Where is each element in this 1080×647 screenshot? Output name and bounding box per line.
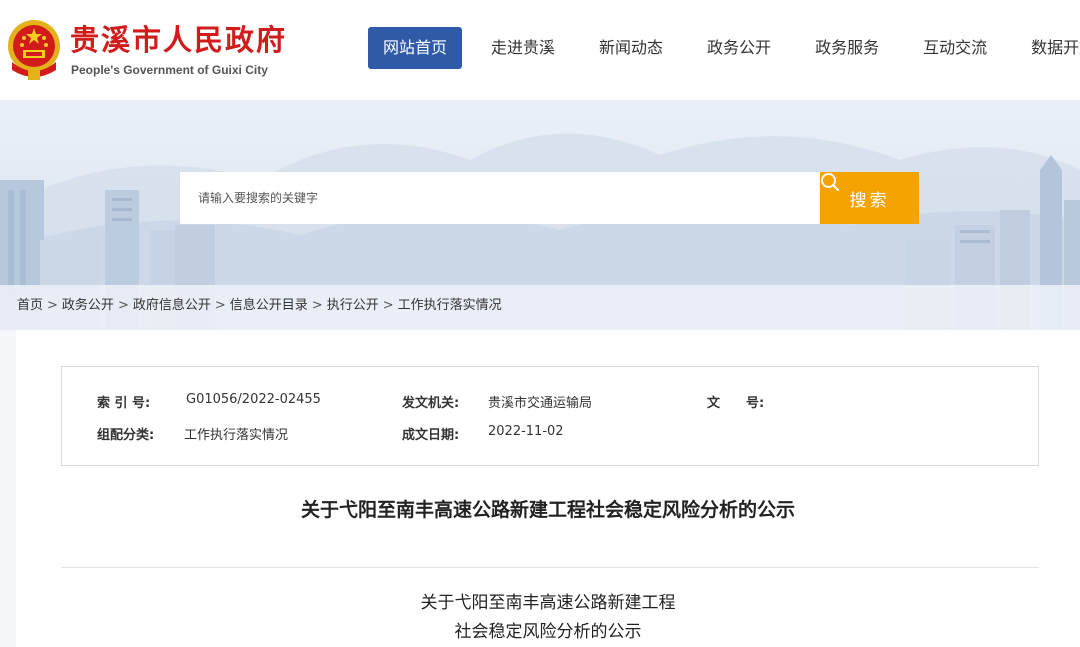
article-panel: 索 引 号: G01056/2022-02455 发文机关: 贵溪市交通运输局 … — [16, 330, 1080, 647]
site-title[interactable]: 贵溪市人民政府 — [70, 20, 287, 60]
article-title: 关于弋阳至南丰高速公路新建工程社会稳定风险分析的公示 — [300, 499, 795, 521]
category-value: 工作执行落实情况 — [184, 428, 289, 443]
docno-label: 文 号: — [707, 396, 765, 411]
search-button[interactable]: 搜索 — [820, 172, 919, 224]
issuer-label: 发文机关: — [402, 396, 460, 411]
breadcrumb-item-home[interactable]: 首页 — [17, 298, 43, 313]
document-meta-table: 索 引 号: G01056/2022-02455 发文机关: 贵溪市交通运输局 … — [61, 366, 1039, 466]
nav-item-about[interactable]: 走进贵溪 — [476, 27, 570, 69]
nav-item-interaction[interactable]: 互动交流 — [908, 27, 1002, 69]
site-header: 贵溪市人民政府 People's Government of Guixi Cit… — [0, 0, 1080, 100]
nav-item-news[interactable]: 新闻动态 — [584, 27, 678, 69]
breadcrumb-item-gov-affairs[interactable]: 政务公开 — [62, 298, 114, 313]
breadcrumb-separator: > — [214, 298, 226, 313]
breadcrumb-separator: > — [311, 298, 323, 313]
article-body-line: 关于弋阳至南丰高速公路新建工程 — [420, 593, 676, 613]
breadcrumb-separator: > — [382, 298, 394, 313]
breadcrumb-item-catalog[interactable]: 信息公开目录 — [230, 298, 308, 313]
category-label: 组配分类: — [97, 428, 155, 443]
nav-item-home[interactable]: 网站首页 — [368, 27, 463, 69]
main-nav: 网站首页 走进贵溪 新闻动态 政务公开 政务服务 互动交流 数据开放 — [368, 27, 1080, 69]
breadcrumb-item-gov-info[interactable]: 政府信息公开 — [133, 298, 211, 313]
nav-item-gov-affairs[interactable]: 政务公开 — [692, 27, 786, 69]
search-icon — [821, 173, 840, 192]
national-emblem-icon — [8, 20, 60, 80]
breadcrumb-separator: > — [117, 298, 129, 313]
nav-item-gov-services[interactable]: 政务服务 — [800, 27, 894, 69]
site-subtitle: People's Government of Guixi City — [71, 63, 268, 77]
breadcrumb-separator: > — [47, 298, 58, 313]
breadcrumb: 首页 > 政务公开 > 政府信息公开 > 信息公开目录 > 执行公开 > 工作执行落实情况 — [17, 294, 502, 313]
date-label: 成文日期: — [402, 428, 460, 443]
index-value: G01056/2022-02455 — [186, 392, 321, 407]
search-button-label: 搜索 — [849, 190, 890, 211]
breadcrumb-item-current[interactable]: 工作执行落实情况 — [398, 298, 502, 313]
date-value: 2022-11-02 — [488, 424, 564, 439]
banner: 搜索 首页>政务公开>政府信息公开>信息公开目录>执行公开>工作执行落实情况 — [0, 100, 1080, 330]
search-input[interactable] — [180, 172, 820, 224]
issuer-value: 贵溪市交通运输局 — [488, 396, 593, 411]
divider — [61, 567, 1039, 568]
nav-item-open-data[interactable]: 数据开放 — [1016, 27, 1080, 69]
breadcrumb-item-execution[interactable]: 执行公开 — [327, 298, 379, 313]
index-label: 索 引 号: — [97, 396, 151, 411]
article-body-line: 社会稳定风险分析的公示 — [454, 622, 642, 642]
